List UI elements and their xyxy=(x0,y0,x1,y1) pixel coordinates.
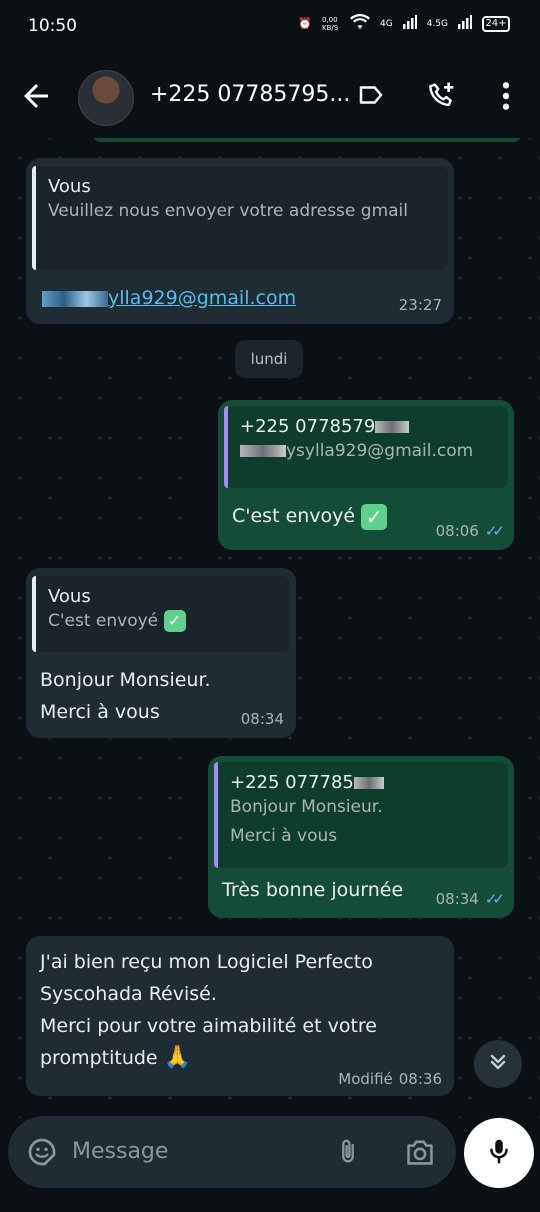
quoted-reply[interactable]: +225 0778579 ysylla929@gmail.com xyxy=(224,406,508,488)
message-time: 08:06 xyxy=(435,522,479,540)
label-icon[interactable] xyxy=(356,80,386,114)
message-meta: 08:34 xyxy=(241,710,284,728)
network-4g: 4G xyxy=(380,18,393,29)
status-icons: ⏰ 0,00 KB/S 4G 4.5G 24+ xyxy=(298,14,510,33)
chat-header: +225 07785795... xyxy=(0,56,540,138)
message-text: ylla929@gmail.com xyxy=(42,282,296,314)
quote-text: ysylla929@gmail.com xyxy=(240,437,496,466)
chat-area[interactable]: Vous Veuillez nous envoyer votre adresse… xyxy=(0,138,540,1118)
quote-author-text: +225 077785 xyxy=(230,772,354,793)
quoted-reply[interactable]: +225 077785 Bonjour Monsieur. Merci à vo… xyxy=(214,762,508,868)
message-text: J'ai bien reçu mon Logiciel Perfecto Sys… xyxy=(40,946,377,1074)
message-meta: 08:06 ✓✓ xyxy=(435,522,505,540)
redacted-email-prefix xyxy=(42,290,108,307)
contact-name[interactable]: +225 07785795... xyxy=(150,82,350,107)
message-bubble-incoming-2[interactable]: Vous C'est envoyé ✓ Bonjour Monsieur. Me… xyxy=(26,568,296,738)
message-line-1: J'ai bien reçu mon Logiciel Perfecto xyxy=(40,951,373,973)
double-chevron-down-icon xyxy=(486,1050,510,1078)
message-meta: 23:27 xyxy=(399,296,442,314)
read-ticks-icon: ✓✓ xyxy=(484,522,505,540)
wifi-icon xyxy=(350,14,370,33)
redacted-phone-suffix xyxy=(353,777,384,789)
message-bubble-incoming-3[interactable]: J'ai bien reçu mon Logiciel Perfecto Sys… xyxy=(26,936,454,1096)
message-time: 08:36 xyxy=(398,1070,442,1088)
quote-author: Vous xyxy=(48,176,91,197)
message-text: C'est envoyé ✓ xyxy=(232,500,388,532)
back-arrow-icon[interactable] xyxy=(18,78,54,118)
message-text-value: C'est envoyé xyxy=(232,505,356,527)
sticker-icon[interactable] xyxy=(26,1136,58,1172)
read-ticks-icon: ✓✓ xyxy=(484,890,505,908)
quote-author: Vous xyxy=(48,586,91,607)
quoted-reply[interactable]: Vous Veuillez nous envoyer votre adresse… xyxy=(32,166,448,270)
message-input-bar[interactable]: Message xyxy=(8,1116,456,1188)
message-bubble-outgoing-2[interactable]: +225 077785 Bonjour Monsieur. Merci à vo… xyxy=(208,756,514,918)
edited-label: Modifié xyxy=(338,1070,393,1088)
quote-bar xyxy=(214,762,218,868)
message-line-4: promptitude 🙏 xyxy=(40,1042,377,1074)
status-time: 10:50 xyxy=(28,16,77,36)
message-bubble-outgoing-1[interactable]: +225 0778579 ysylla929@gmail.com C'est e… xyxy=(218,400,514,550)
quote-text: Veuillez nous envoyer votre adresse gmai… xyxy=(48,201,408,221)
message-input[interactable]: Message xyxy=(72,1139,168,1164)
message-line-3: Merci pour votre aimabilité et votre xyxy=(40,1015,377,1037)
mic-icon xyxy=(484,1136,514,1170)
message-line-2: Merci à vous xyxy=(40,701,160,723)
quote-text: C'est envoyé ✓ xyxy=(48,607,278,636)
check-emoji-icon: ✓ xyxy=(361,503,388,530)
contact-avatar[interactable] xyxy=(78,70,134,126)
redacted-phone-suffix xyxy=(375,421,410,433)
message-text: Très bonne journée xyxy=(222,879,404,901)
more-vert-icon[interactable] xyxy=(496,80,516,116)
quote-author: +225 077785 xyxy=(230,772,496,793)
status-bar: 10:50 ⏰ 0,00 KB/S 4G 4.5G 24+ xyxy=(0,0,540,56)
quote-text-value: C'est envoyé xyxy=(48,611,159,631)
signal-icon xyxy=(402,15,417,32)
add-call-icon[interactable] xyxy=(426,80,458,116)
message-time: 08:34 xyxy=(240,710,284,728)
quote-line-1: Bonjour Monsieur. xyxy=(230,797,383,817)
message-text: Bonjour Monsieur. Merci à vous xyxy=(40,664,211,728)
quote-bar xyxy=(32,166,36,270)
attach-icon[interactable] xyxy=(334,1136,362,1172)
network-45g: 4.5G xyxy=(426,18,448,29)
quote-text-value: ysylla929@gmail.com xyxy=(286,441,474,461)
message-time: 08:34 xyxy=(435,890,479,908)
day-separator: lundi xyxy=(235,340,303,378)
battery-indicator: 24+ xyxy=(482,15,510,32)
message-meta: 08:34 ✓✓ xyxy=(435,890,505,908)
camera-icon[interactable] xyxy=(404,1138,436,1170)
quote-line-2: Merci à vous xyxy=(230,826,338,846)
quote-author-text: +225 0778579 xyxy=(240,416,376,437)
message-line-1: Bonjour Monsieur. xyxy=(40,669,211,691)
quote-author: +225 0778579 xyxy=(240,416,496,437)
alarm-icon: ⏰ xyxy=(298,17,312,30)
message-line-4-text: promptitude xyxy=(40,1047,158,1069)
signal-icon-2 xyxy=(458,15,472,32)
message-time: 23:27 xyxy=(398,296,442,314)
scroll-to-bottom-button[interactable] xyxy=(474,1040,522,1088)
net-speed: 0,00 KB/S xyxy=(322,15,339,32)
quote-bar xyxy=(224,406,228,488)
message-bubble-incoming-1[interactable]: Vous Veuillez nous envoyer votre adresse… xyxy=(26,158,454,324)
quote-bar xyxy=(32,576,36,652)
redacted-email-prefix xyxy=(240,445,286,457)
previous-message-sliver xyxy=(92,138,522,142)
quoted-reply[interactable]: Vous C'est envoyé ✓ xyxy=(32,576,290,652)
email-link[interactable]: ylla929@gmail.com xyxy=(108,287,296,309)
message-meta: Modifié 08:36 xyxy=(338,1070,442,1088)
message-line-2: Syscohada Révisé. xyxy=(40,983,217,1005)
check-emoji-icon: ✓ xyxy=(163,610,186,632)
voice-message-button[interactable] xyxy=(464,1118,534,1188)
pray-emoji-icon: 🙏 xyxy=(163,1045,192,1070)
